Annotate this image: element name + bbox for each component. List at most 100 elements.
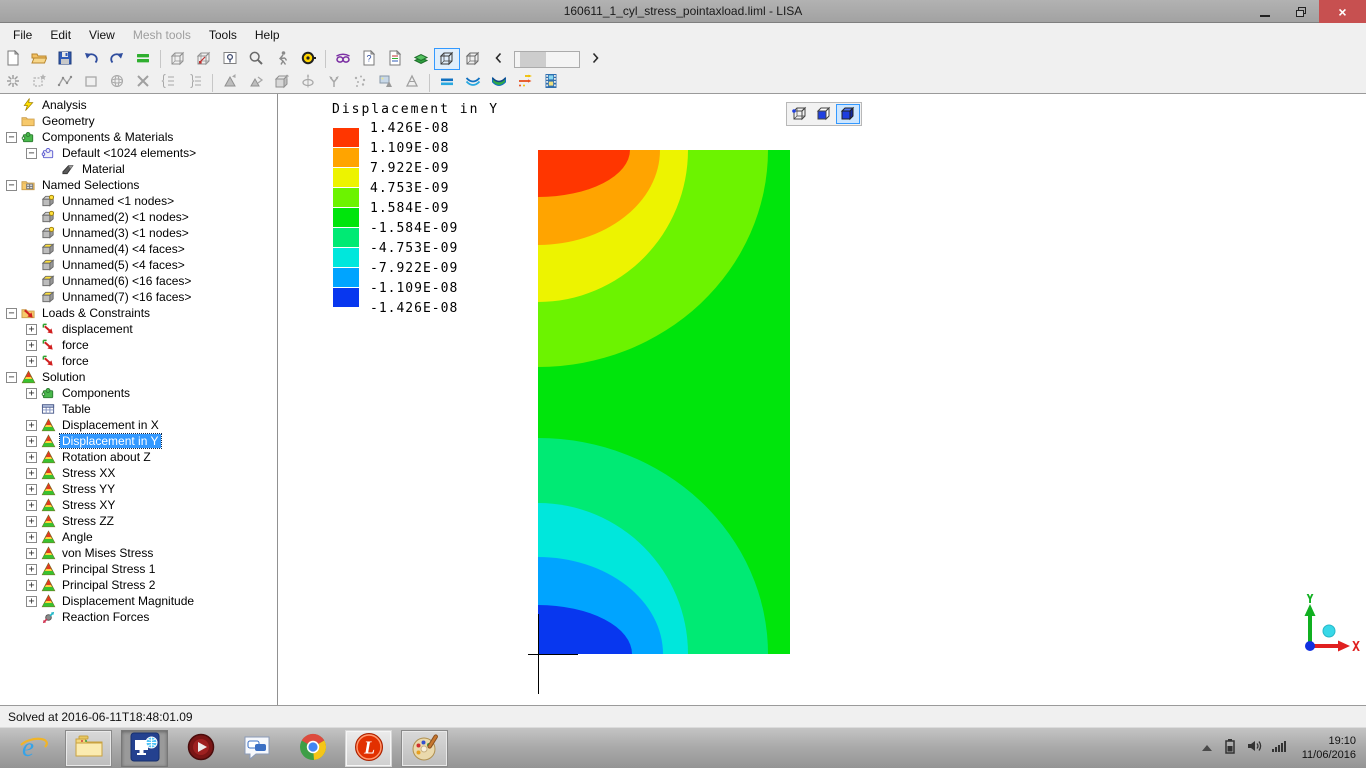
menu-help[interactable]: Help [246, 25, 289, 45]
polyline-button[interactable] [52, 72, 78, 94]
taskbar-chrome-button[interactable] [289, 730, 336, 767]
tree-expander-collapsed[interactable]: + [26, 419, 37, 431]
tree-item-unnamed-2-1-nodes[interactable]: Unnamed(2) <1 nodes> [0, 209, 277, 225]
tree-expander-expanded[interactable]: − [6, 179, 17, 191]
tree-item-table[interactable]: Table [0, 401, 277, 417]
tree-expander-collapsed[interactable]: + [26, 387, 37, 399]
view-shaded-button[interactable] [434, 48, 460, 70]
taskbar-paint-button[interactable] [401, 729, 448, 767]
view-wireframe-nodes-button[interactable] [788, 104, 812, 124]
open-file-button[interactable] [26, 48, 52, 70]
tree-expander-collapsed[interactable]: + [26, 355, 37, 367]
tree-expander-collapsed[interactable]: + [26, 547, 37, 559]
menu-file[interactable]: File [4, 25, 41, 45]
tree-item-unnamed-1-nodes[interactable]: Unnamed <1 nodes> [0, 193, 277, 209]
tree-item-principal-stress-2[interactable]: + Principal Stress 2 [0, 577, 277, 593]
tree-expander-expanded[interactable]: − [6, 307, 17, 319]
notes-button[interactable] [382, 48, 408, 70]
tree-item-displacement[interactable]: + displacement [0, 321, 277, 337]
tree-item-stress-yy[interactable]: + Stress YY [0, 481, 277, 497]
tree-item-components[interactable]: + Components [0, 385, 277, 401]
tree-item-material[interactable]: Material [0, 161, 277, 177]
tree-item-force[interactable]: + force [0, 353, 277, 369]
tree-expander-collapsed[interactable]: + [26, 595, 37, 607]
tree-item-solution[interactable]: − Solution [0, 369, 277, 385]
tree-expander-collapsed[interactable]: + [26, 467, 37, 479]
volume-icon[interactable] [1246, 738, 1262, 757]
tree-expander-collapsed[interactable]: + [26, 339, 37, 351]
tree-item-reaction-forces[interactable]: Reaction Forces [0, 609, 277, 625]
rotate-view-button[interactable] [165, 48, 191, 70]
fit-view-button[interactable] [191, 48, 217, 70]
layers-button[interactable] [408, 48, 434, 70]
tree-item-unnamed-5-4-faces[interactable]: Unnamed(5) <4 faces> [0, 257, 277, 273]
arrow-scale-button[interactable] [512, 72, 538, 94]
tree-item-unnamed-7-16-faces[interactable]: Unnamed(7) <16 faces> [0, 289, 277, 305]
tree-item-angle[interactable]: + Angle [0, 529, 277, 545]
walk-through-button[interactable] [269, 48, 295, 70]
add-element-button[interactable] [26, 72, 52, 94]
tree-expander-collapsed[interactable]: + [26, 579, 37, 591]
report-button[interactable]: ? [356, 48, 382, 70]
surface-mesh-button[interactable] [399, 72, 425, 94]
tree-item-analysis-static-axisymmetric[interactable]: Analysis [0, 97, 277, 113]
battery-icon[interactable] [1221, 738, 1237, 757]
close-button[interactable]: × [1319, 0, 1366, 23]
renumber-elements-button[interactable] [182, 72, 208, 94]
minimize-button[interactable] [1247, 0, 1283, 23]
undo-button[interactable] [78, 48, 104, 70]
renumber-nodes-button[interactable] [156, 72, 182, 94]
tree-item-displacement-in-x[interactable]: + Displacement in X [0, 417, 277, 433]
new-file-button[interactable] [0, 48, 26, 70]
tree-item-stress-zz[interactable]: + Stress ZZ [0, 513, 277, 529]
tree-expander-expanded[interactable]: − [26, 147, 37, 159]
tree-expander-collapsed[interactable]: + [26, 323, 37, 335]
measure-button[interactable] [295, 48, 321, 70]
view-solid-button[interactable] [836, 104, 860, 124]
taskbar-lisa-button[interactable]: L [345, 729, 392, 767]
tree-item-unnamed-6-16-faces[interactable]: Unnamed(6) <16 faces> [0, 273, 277, 289]
redo-button[interactable] [104, 48, 130, 70]
tree-item-stress-xx[interactable]: + Stress XX [0, 465, 277, 481]
tree-item-default-1024-elements[interactable]: − Default <1024 elements> [0, 145, 277, 161]
taskbar-clock[interactable]: 19:10 11/06/2016 [1296, 734, 1360, 762]
tree-item-von-mises-stress[interactable]: + von Mises Stress [0, 545, 277, 561]
tree-expander-collapsed[interactable]: + [26, 451, 37, 463]
contour-bands-button[interactable] [434, 72, 460, 94]
tree-expander-collapsed[interactable]: + [26, 531, 37, 543]
tree-item-unnamed-4-4-faces[interactable]: Unnamed(4) <4 faces> [0, 241, 277, 257]
sphere-button[interactable] [104, 72, 130, 94]
taskbar-remote-app-button[interactable] [121, 729, 168, 767]
taskbar-file-explorer-button[interactable] [65, 729, 112, 767]
revolve-button[interactable] [295, 72, 321, 94]
tree-expander-expanded[interactable]: − [6, 371, 17, 383]
zoom-button[interactable] [243, 48, 269, 70]
tree-item-rotation-about-z[interactable]: + Rotation about Z [0, 449, 277, 465]
taskbar-media-player-button[interactable] [177, 730, 224, 767]
tree-item-stress-xy[interactable]: + Stress XY [0, 497, 277, 513]
tree-expander-collapsed[interactable]: + [26, 499, 37, 511]
refine-button[interactable] [217, 72, 243, 94]
time-step-slider-thumb[interactable] [520, 51, 546, 67]
animate-button[interactable] [538, 72, 564, 94]
time-step-back-button[interactable] [486, 48, 512, 70]
view-options-button[interactable] [130, 48, 156, 70]
tree-item-unnamed-3-1-nodes[interactable]: Unnamed(3) <1 nodes> [0, 225, 277, 241]
model-viewport[interactable]: Displacement in Y 1.426E-08 1.109E-08 7.92… [278, 94, 1366, 705]
taskbar-internet-explorer-button[interactable]: e [9, 730, 56, 767]
tree-expander-expanded[interactable]: − [6, 131, 17, 143]
tree-item-displacement-magnitude[interactable]: + Displacement Magnitude [0, 593, 277, 609]
tree-item-geometry[interactable]: Geometry [0, 113, 277, 129]
hidden-icons-chevron[interactable] [1201, 744, 1212, 751]
restore-button[interactable] [1283, 0, 1319, 23]
menu-edit[interactable]: Edit [41, 25, 80, 45]
deformed-view-button[interactable] [460, 72, 486, 94]
deformed-shaded-button[interactable] [486, 72, 512, 94]
model-tree-panel[interactable]: Analysis Geometry − Components & Materials… [0, 94, 278, 705]
tree-item-components-materials[interactable]: − Components & Materials [0, 129, 277, 145]
taskbar-messaging-button[interactable] [233, 730, 280, 767]
delete-button[interactable] [130, 72, 156, 94]
save-file-button[interactable] [52, 48, 78, 70]
menu-view[interactable]: View [80, 25, 124, 45]
tree-item-displacement-in-y[interactable]: + Displacement in Y [0, 433, 277, 449]
